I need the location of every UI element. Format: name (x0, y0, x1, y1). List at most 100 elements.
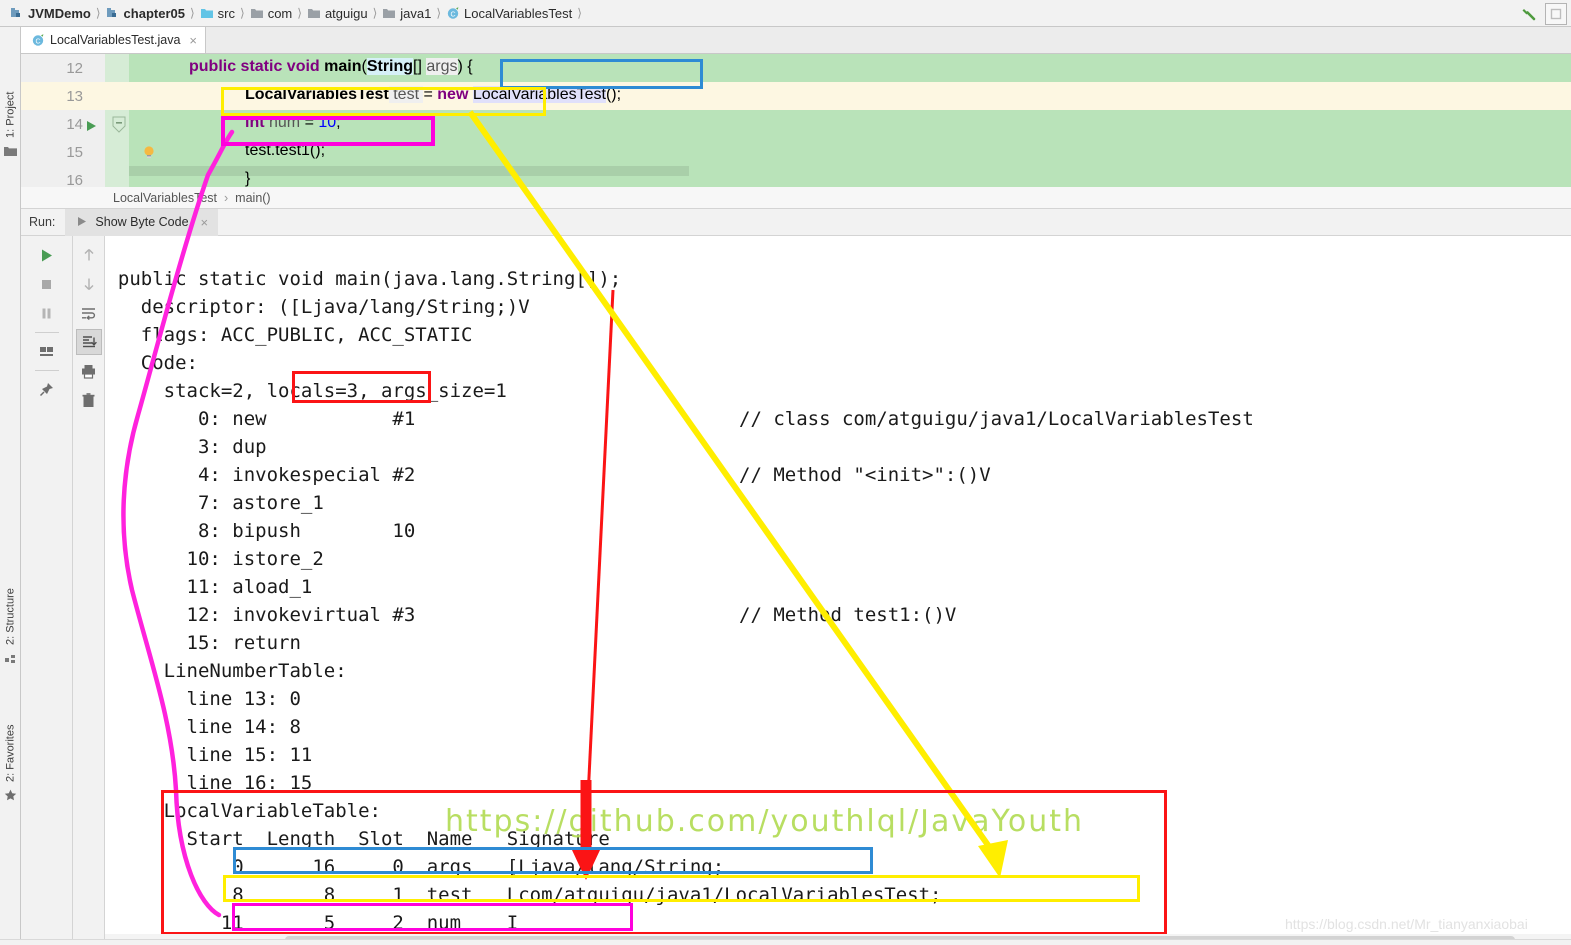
code-token-statement: test.test1(); (245, 142, 326, 159)
toolbar-divider (34, 332, 59, 333)
breadcrumb-label: atguigu (324, 5, 368, 21)
up-arrow-icon[interactable] (76, 242, 102, 268)
run-panel-header: Run: Show Byte Code × (21, 208, 1571, 236)
tab-label: LocalVariablesTest.java (50, 33, 181, 47)
breadcrumb-item-chapter05[interactable]: chapter05 (104, 6, 187, 21)
trash-icon[interactable] (76, 387, 102, 413)
breadcrumb-item-com[interactable]: com (248, 6, 295, 21)
console-line: 15: return (105, 632, 301, 654)
code-token-type: LocalVariablesTest (245, 86, 389, 103)
layout-icon[interactable] (34, 338, 60, 364)
console-line: 0: new #1 (105, 408, 416, 430)
structure-icon (5, 652, 16, 670)
breadcrumb-separator: ⟩ (372, 6, 378, 20)
sidebar-item-favorites[interactable]: 2: Favorites (0, 687, 21, 782)
bytecode-comment: // Method "<init>":()V (739, 464, 991, 486)
bytecode-comment: // Method test1:()V (739, 604, 957, 626)
breadcrumb-label: java1 (400, 5, 432, 21)
breadcrumb-separator: ⟩ (297, 6, 302, 20)
code-line-12: public static void main(String[] args) { (189, 58, 473, 76)
navbar-right-actions (1519, 0, 1567, 27)
code-token-brace: { (462, 58, 473, 75)
soft-wrap-icon[interactable] (76, 300, 102, 326)
line-number: 16 (66, 171, 83, 188)
pause-icon[interactable] (34, 300, 60, 326)
breadcrumb-item-src[interactable]: src (198, 6, 237, 21)
pin-icon[interactable] (34, 376, 60, 402)
console-line: 7: astore_1 (105, 492, 324, 514)
breadcrumb-label: chapter05 (123, 5, 185, 21)
line-number: 14 (66, 115, 83, 133)
console-line: 12: invokevirtual #3 (105, 604, 416, 626)
breadcrumb: JVMDemo ⟩ chapter05 ⟩ src ⟩ com ⟩ atguig… (0, 0, 1571, 27)
code-token-new: new (437, 86, 473, 103)
line-number: 13 (66, 87, 83, 105)
sidebar-item-label: 2: Favorites (4, 724, 17, 782)
console-line: line 15: 11 (105, 744, 313, 766)
search-everywhere-icon[interactable] (1545, 2, 1567, 25)
star-icon (4, 789, 17, 807)
sidebar-item-project[interactable]: 1: Project (0, 60, 21, 138)
print-icon[interactable] (76, 358, 102, 384)
code-token-equals: = (304, 114, 319, 131)
breadcrumb-item-jvmdemo[interactable]: JVMDemo (8, 6, 93, 21)
console-line: 10: istore_2 (105, 548, 324, 570)
editor-breadcrumb-class[interactable]: LocalVariablesTest (113, 191, 217, 205)
editor-breadcrumb-method[interactable]: main() (235, 191, 270, 205)
sidebar-item-structure[interactable]: 2: Structure (0, 555, 21, 645)
code-line-13: LocalVariablesTest test = new LocalVaria… (245, 86, 621, 104)
toolbar-divider (34, 370, 59, 371)
breadcrumb-separator: ⟩ (577, 6, 582, 20)
tab-show-byte-code[interactable]: Show Byte Code × (65, 208, 219, 236)
console-line: LocalVariableTable: (105, 800, 381, 822)
breadcrumb-label: LocalVariablesTest (464, 5, 573, 21)
code-token-literal: 10 (318, 114, 337, 131)
folder-icon (382, 6, 396, 20)
tab-localvariablestest-java[interactable]: C LocalVariablesTest.java × (21, 27, 206, 53)
console-line: public static void main(java.lang.String… (105, 268, 622, 290)
code-line-16: } (245, 170, 250, 187)
down-arrow-icon[interactable] (76, 271, 102, 297)
code-token-int: int (245, 114, 265, 131)
code-line-14: int num = 10; (245, 114, 341, 132)
code-editor[interactable]: 12 13 14 15 16 public static void main(S… (21, 54, 1571, 187)
console-line: line 14: 8 (105, 716, 301, 738)
console-line: 8: bipush 10 (105, 520, 416, 542)
breadcrumb-separator: ⟩ (189, 6, 195, 20)
breadcrumb-item-java1[interactable]: java1 (380, 6, 433, 21)
close-icon[interactable]: × (189, 33, 197, 48)
stop-icon[interactable] (34, 271, 60, 297)
console-line: Code: (105, 352, 198, 374)
scroll-to-end-icon[interactable] (75, 329, 102, 355)
breadcrumb-label: JVMDemo (28, 5, 91, 21)
breadcrumb-label: com (267, 5, 293, 21)
code-token-string-type: String (366, 58, 414, 75)
close-icon[interactable]: × (201, 215, 209, 230)
rerun-icon[interactable] (34, 242, 60, 268)
code-token-brackets: [] (413, 58, 427, 75)
code-token-equals: = (423, 86, 438, 103)
breadcrumb-separator: ⟩ (95, 6, 101, 20)
module-icon (10, 6, 24, 20)
java-class-icon: C (446, 6, 460, 20)
console-line: 4: invokespecial #2 (105, 464, 416, 486)
source-folder-icon (200, 6, 214, 20)
run-tab-label: Show Byte Code (95, 215, 189, 229)
build-hammer-icon[interactable] (1519, 4, 1539, 24)
sidebar-item-label: 1: Project (4, 91, 17, 138)
svg-text:C: C (451, 12, 456, 19)
console-line: flags: ACC_PUBLIC, ACC_STATIC (105, 324, 473, 346)
run-tab-icon (75, 215, 89, 229)
breadcrumb-item-localvariablestest[interactable]: C LocalVariablesTest (444, 6, 574, 21)
java-class-icon: C (31, 33, 45, 47)
editor-tab-row: C LocalVariablesTest.java × (21, 27, 1571, 54)
console-output[interactable]: { public static void main(java.lang.Stri… (105, 236, 1571, 937)
breadcrumb-separator: › (224, 190, 229, 205)
breadcrumb-separator: ⟩ (436, 6, 442, 20)
folder-icon (307, 6, 321, 20)
bytecode-comment: // class com/atguigu/java1/LocalVariable… (739, 408, 1254, 430)
run-label: Run: (29, 215, 56, 229)
console-line: stack=2, locals=3, args_size=1 (105, 380, 507, 402)
breadcrumb-item-atguigu[interactable]: atguigu (305, 6, 370, 21)
left-tool-stripe: 1: Project 2: Structure 2: Favorites (0, 27, 21, 945)
